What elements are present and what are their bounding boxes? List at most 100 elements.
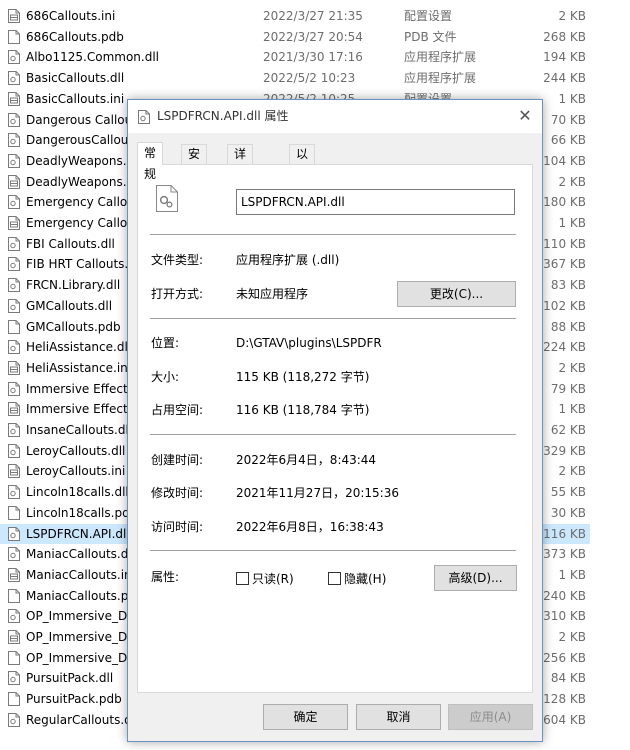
file-size: 329 KB [543,443,586,458]
readonly-label: 只读(R) [252,572,294,586]
size-label: 大小: [151,370,180,384]
dll-gear-icon [8,485,20,500]
file-type: 应用程序扩展 [404,50,477,65]
close-button[interactable]: ✕ [508,100,542,133]
tab-details[interactable]: 详细信息 [227,144,254,218]
tab-general[interactable]: 常规 [137,142,164,181]
file-row[interactable]: BasicCallouts.dll 2022/5/2 10:23 应用程序扩展 244… [0,68,590,89]
file-name: HeliAssistance.dll [26,340,132,355]
separator [150,550,516,551]
file-size: 79 KB [550,381,586,396]
dll-gear-icon [8,195,20,210]
dialog-titlebar[interactable]: LSPDFRCN.API.dll 属性 ✕ [128,100,542,133]
file-size: 62 KB [550,423,586,437]
readonly-checkbox[interactable]: 只读(R) [236,571,294,587]
file-size: 1 KB [558,91,586,106]
file-row[interactable]: Albo1125.Common.dll 2021/3/30 17:16 应用程序扩展… [0,47,590,68]
dll-gear-icon [8,71,20,86]
tab-previous-versions[interactable]: 以前的版本 [289,144,316,237]
cancel-button[interactable]: 取消 [356,704,441,730]
file-size: 66 KB [550,133,586,148]
ini-settings-icon [8,464,20,479]
ini-settings-icon [8,630,20,644]
file-size: 268 KB [543,29,586,44]
file-name: OP_Immersive_Dis [26,650,137,665]
dll-gear-icon [8,257,20,272]
file-type-label: 文件类型: [151,253,204,267]
file-name: ManiacCallouts.dl [26,547,132,562]
size-on-disk-label: 占用空间: [151,403,204,417]
file-name: DeadlyWeapons.i [26,174,130,189]
file-name: DangerousCallout [26,133,134,148]
file-size: 104 KB [543,153,586,168]
advanced-button[interactable]: 高级(D)... [434,565,517,591]
ini-settings-icon [8,174,20,189]
ini-settings-icon [8,9,20,23]
checkbox-box[interactable] [236,572,249,585]
dll-file-icon [138,110,150,124]
file-name-input[interactable] [236,189,515,215]
file-size: 2 KB [558,9,586,23]
ok-button[interactable]: 确定 [263,704,348,730]
file-name: LeroyCallouts.dll [26,443,126,458]
accessed-label: 访问时间: [151,520,204,534]
file-name: Dangerous Callou [26,112,133,127]
checkbox-box[interactable] [328,572,341,585]
dll-gear-icon [8,526,20,541]
dll-gear-icon [8,278,20,293]
ini-settings-icon [8,216,20,230]
dialog-title: LSPDFRCN.API.dll 属性 [157,109,289,123]
apply-button[interactable]: 应用(A) [448,704,533,730]
file-size: 194 KB [543,50,586,65]
tab-security[interactable]: 安全 [181,144,208,180]
size-value: 115 KB (118,272 字节) [236,370,370,384]
file-name: DeadlyWeapons.d [26,153,135,168]
ini-settings-icon [8,567,20,582]
separator [150,318,516,319]
dll-gear-icon [8,712,20,727]
file-name: RegularCallouts.d [26,712,132,727]
file-type: 配置设置 [404,9,453,23]
file-row[interactable]: 686Callouts.pdb 2022/3/27 20:54 PDB 文件 268 … [0,27,590,48]
file-size: 367 KB [543,257,586,272]
open-with-label: 打开方式: [151,287,204,301]
hidden-checkbox[interactable]: 隐藏(H) [328,571,386,587]
file-date: 2021/3/30 17:16 [263,50,363,65]
file-size: 30 KB [550,505,586,520]
file-type: PDB 文件 [404,29,457,44]
change-button[interactable]: 更改(C)... [397,281,516,307]
dll-file-icon [156,185,178,212]
ini-settings-icon [8,402,20,417]
file-name: GMCallouts.pdb [26,319,121,334]
dll-gear-icon [8,547,20,562]
file-name: Emergency Callou [26,216,135,230]
location-label: 位置: [151,336,180,350]
file-name: BasicCallouts.dll [26,71,125,86]
file-name: OP_Immersive_Dis [26,609,137,624]
dll-gear-icon [8,423,20,437]
file-name: Lincoln18calls.dll [26,485,129,500]
file-size: 256 KB [543,650,586,665]
attributes-label: 属性: [151,570,180,584]
file-name: OP_Immersive_Dis [26,630,137,644]
file-size: 116 KB [543,526,586,541]
file-size: 55 KB [550,485,586,500]
file-icon [8,650,20,665]
created-value: 2022年6月4日，8:43:44 [236,453,377,467]
file-row[interactable]: 686Callouts.ini 2022/3/27 21:35 配置设置 2 KB [0,6,590,27]
file-name: 686Callouts.ini [26,9,116,23]
file-size: 2 KB [558,360,586,375]
file-size: 128 KB [543,692,586,707]
file-date: 2022/3/27 21:35 [263,9,363,23]
file-name: ManiacCallouts.pc [26,588,135,603]
dll-gear-icon [8,609,20,624]
file-size: 102 KB [543,298,586,313]
file-name: Emergency Callou [26,195,135,210]
location-value: D:\GTAV\plugins\LSPDFR [236,336,382,350]
file-size: 84 KB [550,671,586,686]
dll-gear-icon [8,236,20,251]
file-date: 2022/5/2 10:23 [263,71,356,86]
file-name: 686Callouts.pdb [26,29,124,44]
file-size: 244 KB [543,71,586,86]
file-size: 604 KB [543,712,586,727]
